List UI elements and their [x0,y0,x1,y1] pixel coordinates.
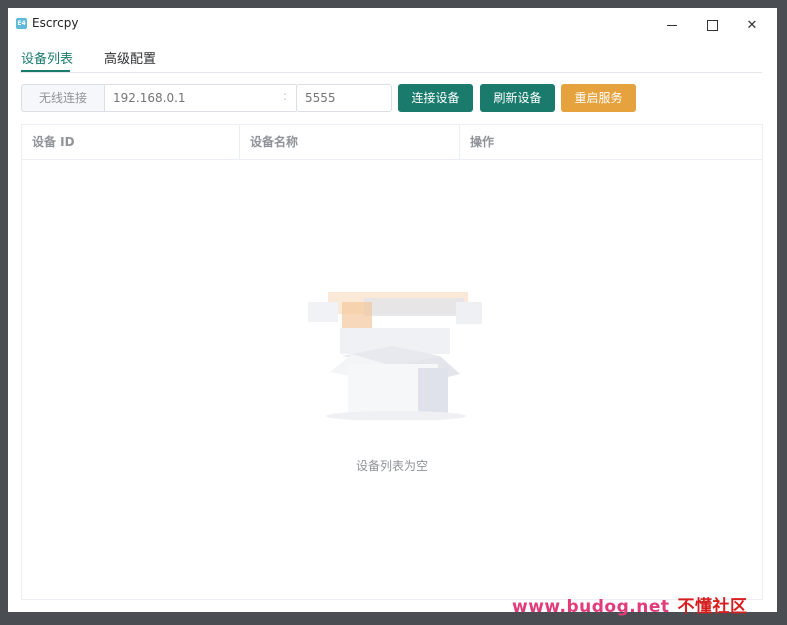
empty-state-text: 设备列表为空 [355,459,428,473]
tab-device-list[interactable]: 设备列表 [21,48,73,67]
ip-port-separator: : [283,89,288,103]
table-header: 设备 ID 设备名称 操作 [22,125,762,160]
watermark-text: 不懂社区 [677,597,748,617]
column-header-device-id: 设备 ID [22,125,240,159]
column-header-device-name: 设备名称 [240,125,460,159]
watermark-url: www.budog.net [512,597,670,617]
minimize-button[interactable] [657,14,687,36]
connect-device-button[interactable]: 连接设备 [398,84,473,112]
wireless-connect-label: 无线连接 [21,84,104,112]
watermark: www.budog.net 不懂社区 [512,592,748,617]
column-header-actions: 操作 [470,135,495,149]
maximize-button[interactable] [697,14,727,36]
device-table: 设备 ID 设备名称 操作 设备列表为空 [21,124,763,600]
port-input[interactable] [296,84,392,112]
tab-bar: 设备列表 高级配置 [20,46,762,73]
active-tab-indicator [21,70,70,72]
close-icon: ✕ [746,17,758,33]
close-button[interactable]: ✕ [737,14,767,36]
window-title: Escrcpy [32,16,79,30]
tab-advanced-settings[interactable]: 高级配置 [104,48,156,67]
minimize-icon [667,24,677,26]
app-window: E4 Escrcpy ✕ 设备列表 高级配置 无线连接 : 连接设备 刷新设备 … [8,8,777,612]
restart-service-button[interactable]: 重启服务 [561,84,636,112]
refresh-devices-button[interactable]: 刷新设备 [480,84,555,112]
ip-address-input[interactable] [104,84,298,112]
empty-box-illustration-icon [308,292,482,420]
maximize-icon [706,19,718,31]
title-bar: E4 Escrcpy ✕ [8,8,777,40]
app-logo-icon: E4 [16,18,27,29]
